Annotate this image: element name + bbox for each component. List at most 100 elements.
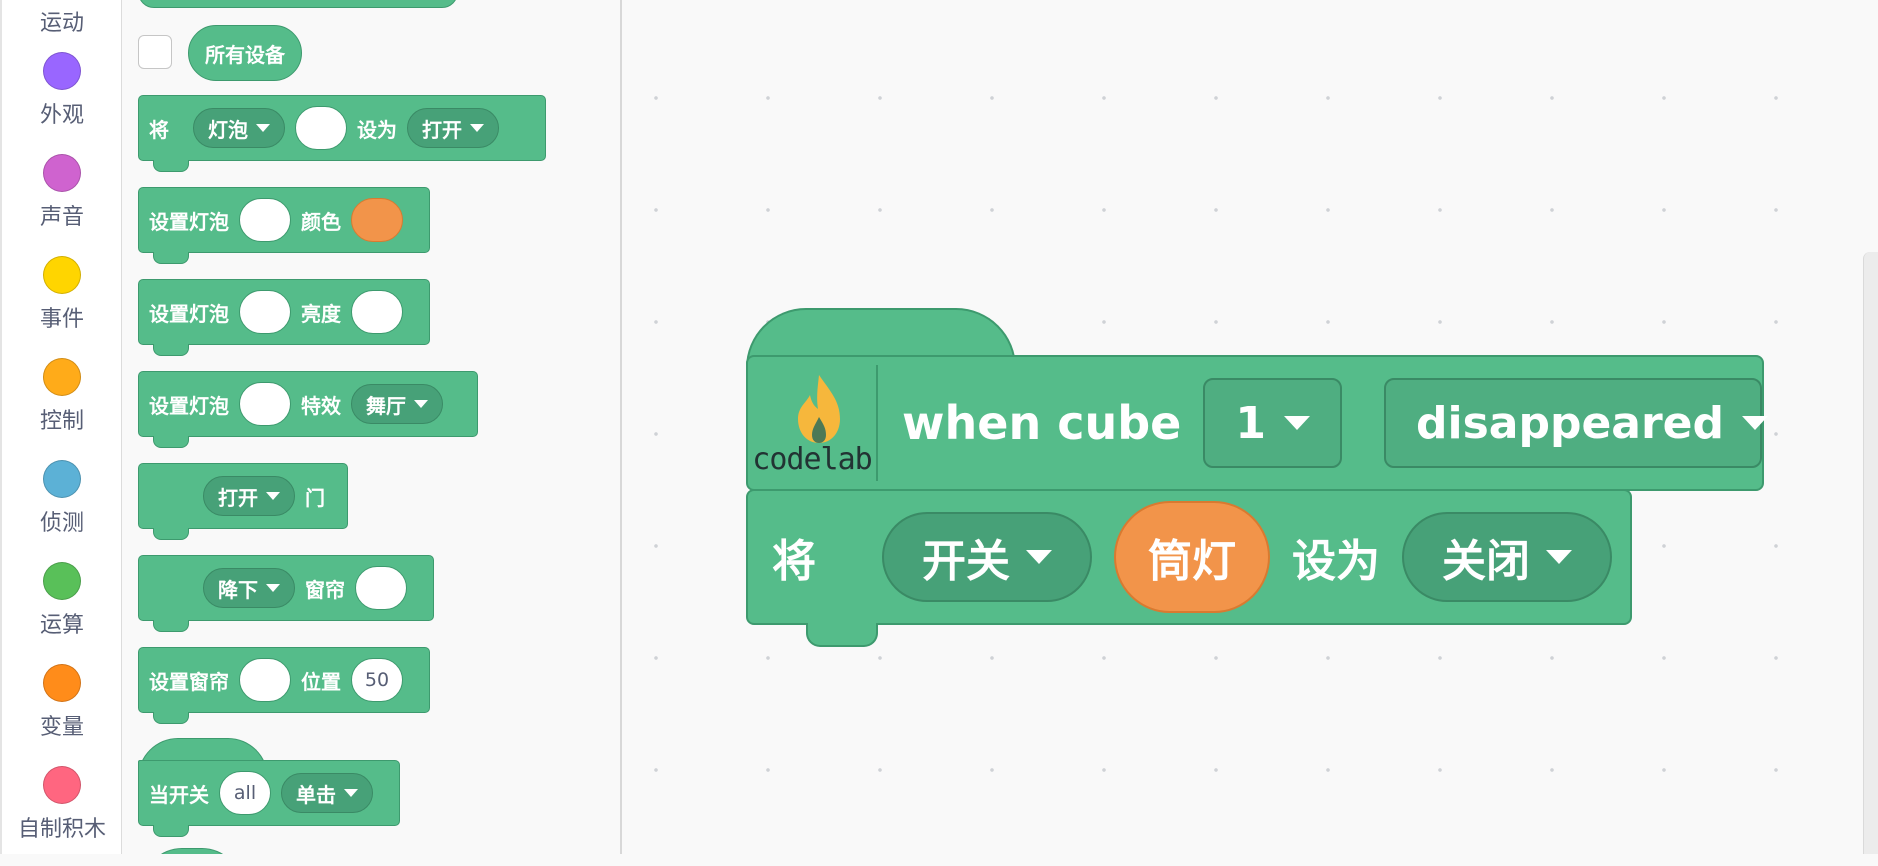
dropdown-value: 舞厅: [366, 393, 406, 418]
block-text: 当开关: [149, 782, 209, 807]
category-variables[interactable]: 变量: [2, 664, 122, 764]
block-text: 设置灯泡: [149, 393, 229, 418]
category-label: 控制: [39, 409, 84, 434]
category-looks[interactable]: 外观: [2, 52, 122, 152]
switch-target-input[interactable]: all: [219, 771, 271, 815]
sound-color-dot: [43, 154, 81, 192]
dropdown-value: 打开: [422, 117, 462, 142]
control-color-dot: [43, 358, 81, 396]
set-bulb-brightness-block[interactable]: 设置灯泡 亮度: [138, 279, 430, 356]
position-input[interactable]: 50: [351, 658, 403, 702]
caret-down-icon: [1742, 416, 1769, 430]
block-palette: 所有设备 将 灯泡 设为 打开 设置灯泡 颜色 设置灯泡 亮度 设置灯泡 特效 …: [122, 0, 622, 854]
block-text: 亮度: [301, 301, 341, 326]
target-device-value: 筒灯: [1148, 536, 1236, 587]
caret-down-icon: [1026, 550, 1052, 564]
my-blocks-color-dot: [43, 766, 81, 804]
dropdown-value: 1: [1235, 397, 1266, 449]
dropdown-value: 关闭: [1442, 536, 1530, 587]
color-picker-swatch[interactable]: [351, 198, 403, 242]
codelab-wordmark: codelab: [752, 442, 872, 477]
bulb-dropdown[interactable]: 灯泡: [193, 108, 285, 148]
block-text: 窗帘: [305, 577, 345, 602]
door-block[interactable]: 打开 门: [138, 463, 348, 540]
switch-event-dropdown[interactable]: 单击: [281, 773, 373, 813]
codelab-logo: codelab: [748, 365, 879, 481]
cube-number-dropdown[interactable]: 1: [1203, 378, 1342, 468]
block-text: 设为: [357, 117, 397, 142]
door-action-dropdown[interactable]: 打开: [203, 476, 295, 516]
when-cube-label: when cube: [902, 396, 1182, 450]
dropdown-value: 单击: [296, 782, 336, 807]
set-bulb-power-block[interactable]: 将 灯泡 设为 打开: [138, 95, 546, 172]
block-text: 特效: [301, 393, 341, 418]
all-devices-checkbox[interactable]: [138, 35, 172, 69]
category-control[interactable]: 控制: [2, 358, 122, 458]
category-label: 运算: [39, 613, 84, 638]
dropdown-value: 灯泡: [208, 117, 248, 142]
partial-block-top[interactable]: [138, 0, 458, 8]
curtain-input[interactable]: [239, 658, 291, 702]
caret-down-icon: [344, 789, 358, 797]
category-motion[interactable]: 运动: [2, 0, 122, 60]
block-text: 门: [305, 485, 325, 510]
category-sound[interactable]: 声音: [2, 154, 122, 254]
category-my-blocks[interactable]: 自制积木: [2, 766, 122, 866]
set-bulb-effect-block[interactable]: 设置灯泡 特效 舞厅: [138, 371, 478, 448]
category-events[interactable]: 事件: [2, 256, 122, 356]
script-workspace[interactable]: codelab when cube 1 disappeared 将 开关 筒灯 …: [622, 0, 1878, 854]
category-label: 事件: [39, 307, 84, 332]
when-switch-block[interactable]: 当开关 all 单击: [138, 760, 400, 837]
dropdown-value: 降下: [218, 577, 258, 602]
caret-down-icon: [256, 124, 270, 132]
block-text: 位置: [301, 669, 341, 694]
bulb-input[interactable]: [239, 290, 291, 334]
caret-down-icon: [414, 400, 428, 408]
dropdown-value: 开关: [922, 536, 1010, 587]
category-label: 运动: [39, 11, 84, 36]
brightness-input[interactable]: [351, 290, 403, 334]
switch-state-dropdown[interactable]: 关闭: [1402, 512, 1612, 602]
set-bulb-color-block[interactable]: 设置灯泡 颜色: [138, 187, 430, 264]
target-device-reporter[interactable]: 筒灯: [1114, 501, 1270, 613]
caret-down-icon: [266, 584, 280, 592]
category-sensing[interactable]: 侦测: [2, 460, 122, 560]
bulb-input[interactable]: [239, 382, 291, 426]
set-switch-command-block[interactable]: 将 开关 筒灯 设为 关闭: [746, 489, 1632, 625]
curtain-input[interactable]: [355, 566, 407, 610]
caret-down-icon: [266, 492, 280, 500]
partial-hat-cap: [142, 848, 242, 854]
curtain-action-dropdown[interactable]: 降下: [203, 568, 295, 608]
bulb-input[interactable]: [239, 198, 291, 242]
block-text: 将: [772, 536, 816, 587]
effect-dropdown[interactable]: 舞厅: [351, 384, 443, 424]
caret-down-icon: [1546, 550, 1572, 564]
curtain-position-block[interactable]: 设置窗帘 位置 50: [138, 647, 430, 724]
cube-event-dropdown[interactable]: disappeared: [1384, 378, 1769, 468]
block-text: 将: [149, 117, 169, 142]
category-label: 声音: [39, 205, 84, 230]
position-value: 50: [364, 669, 390, 691]
looks-color-dot: [43, 52, 81, 90]
curtain-block[interactable]: 降下 窗帘: [138, 555, 434, 632]
all-devices-label: 所有设备: [205, 42, 285, 67]
when-cube-block[interactable]: codelab when cube 1 disappeared: [746, 355, 1769, 491]
category-label: 自制积木: [17, 817, 106, 842]
block-text: 设为: [1292, 536, 1380, 587]
switch-target-value: all: [233, 782, 257, 804]
dropdown-value: 打开: [218, 485, 258, 510]
workspace-scrollbar[interactable]: [1863, 252, 1878, 854]
all-devices-reporter[interactable]: 所有设备: [188, 25, 302, 81]
events-color-dot: [43, 256, 81, 294]
block-text: 设置灯泡: [149, 301, 229, 326]
caret-down-icon: [470, 124, 484, 132]
device-type-dropdown[interactable]: 开关: [882, 512, 1092, 602]
power-state-dropdown[interactable]: 打开: [407, 108, 499, 148]
block-notch: [806, 623, 878, 647]
category-label: 变量: [39, 715, 84, 740]
bulb-input[interactable]: [295, 106, 347, 150]
sensing-color-dot: [43, 460, 81, 498]
block-text: 设置灯泡: [149, 209, 229, 234]
category-label: 外观: [39, 103, 84, 128]
category-operators[interactable]: 运算: [2, 562, 122, 662]
